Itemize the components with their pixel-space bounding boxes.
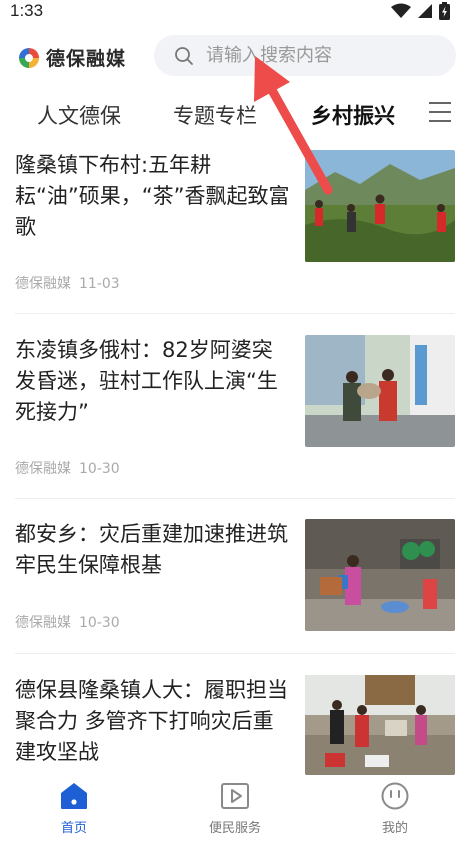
- divider: [15, 653, 455, 654]
- smiley-face-icon: [381, 782, 409, 810]
- news-thumbnail[interactable]: [305, 519, 455, 631]
- news-meta: 德保融媒 10-30: [15, 458, 120, 478]
- battery-icon: [439, 2, 450, 20]
- news-item[interactable]: 都安乡：灾后重建加速推进筑牢民生保障根基 德保融媒 10-30: [15, 519, 455, 639]
- status-bar: 1:33: [0, 0, 468, 24]
- nav-home-label: 首页: [60, 821, 87, 836]
- channel-tabs: 人文德保 专题专栏 乡村振兴: [0, 96, 468, 132]
- news-title[interactable]: 德保县隆桑镇人大：履职担当聚合力 多管齐下打响灾后重建攻坚战: [15, 675, 291, 768]
- app-logo: 德保融媒: [17, 44, 126, 71]
- news-title[interactable]: 都安乡：灾后重建加速推进筑牢民生保障根基: [15, 519, 291, 581]
- news-source: 德保融媒: [15, 461, 71, 477]
- news-item[interactable]: 德保县隆桑镇人大：履职担当聚合力 多管齐下打响灾后重建攻坚战: [15, 675, 455, 775]
- news-meta: 德保融媒 11-03: [15, 273, 120, 293]
- divider: [15, 313, 455, 314]
- nav-services-label: 便民服务: [208, 821, 261, 836]
- news-title[interactable]: 东凌镇多俄村：82岁阿婆突发昏迷，驻村工作队上演“生死接力”: [15, 335, 291, 428]
- tab-culture[interactable]: 人文德保: [37, 100, 121, 130]
- nav-profile-label: 我的: [381, 821, 408, 836]
- news-date: 10-30: [79, 615, 120, 631]
- divider: [15, 498, 455, 499]
- news-date: 10-30: [79, 461, 120, 477]
- tab-rural-revitalization[interactable]: 乡村振兴: [311, 100, 395, 130]
- news-thumbnail[interactable]: [305, 335, 455, 447]
- news-source: 德保融媒: [15, 276, 71, 292]
- news-thumbnail[interactable]: [305, 675, 455, 775]
- play-icon: [221, 783, 249, 809]
- tab-special-topics[interactable]: 专题专栏: [173, 100, 257, 130]
- channel-menu-icon[interactable]: [427, 100, 453, 124]
- news-date: 11-03: [79, 276, 120, 292]
- cellular-signal-icon: [418, 4, 432, 18]
- bottom-nav: 首页 便民服务 我的: [0, 775, 468, 843]
- nav-home[interactable]: 首页: [24, 781, 124, 836]
- wifi-icon: [391, 3, 411, 18]
- news-meta: 德保融媒 10-30: [15, 612, 120, 632]
- logo-mark-icon: [19, 47, 39, 68]
- search-icon: [175, 46, 193, 65]
- news-source: 德保融媒: [15, 615, 71, 631]
- search-bar[interactable]: [154, 35, 456, 76]
- news-item[interactable]: 东凌镇多俄村：82岁阿婆突发昏迷，驻村工作队上演“生死接力” 德保融媒 10-30: [15, 335, 455, 485]
- news-item[interactable]: 隆桑镇下布村:五年耕耘“油”硕果，“茶”香飘起致富歌 德保融媒 11-03: [15, 150, 455, 300]
- search-input[interactable]: [206, 45, 446, 66]
- status-icons: [391, 2, 450, 20]
- logo-text: 德保融媒: [46, 48, 127, 70]
- home-icon: [61, 783, 87, 809]
- news-title[interactable]: 隆桑镇下布村:五年耕耘“油”硕果，“茶”香飘起致富歌: [15, 150, 291, 243]
- nav-profile[interactable]: 我的: [345, 781, 445, 836]
- news-thumbnail[interactable]: [305, 150, 455, 262]
- nav-services[interactable]: 便民服务: [185, 781, 285, 836]
- status-time: 1:33: [10, 1, 44, 20]
